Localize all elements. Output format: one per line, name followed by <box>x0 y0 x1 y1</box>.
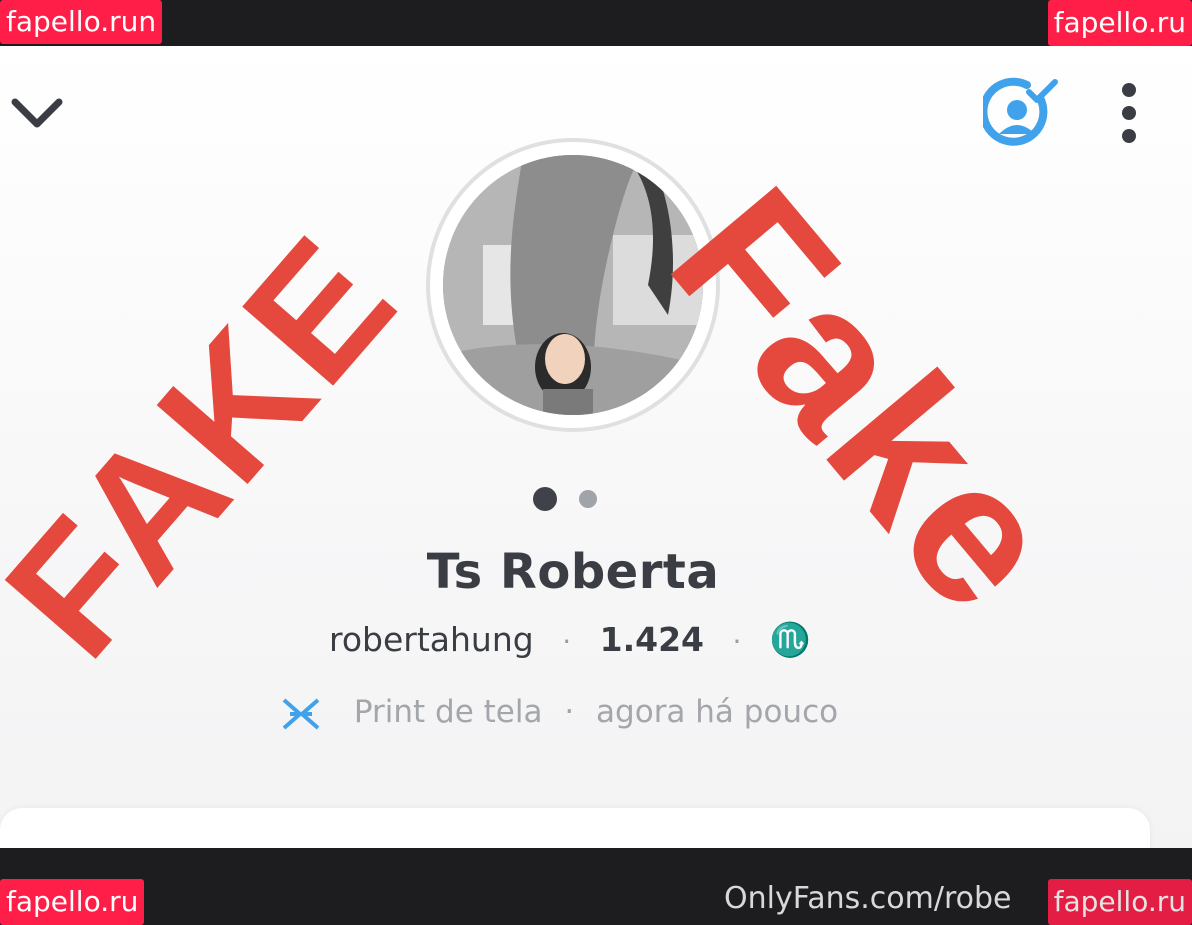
separator: · <box>562 625 572 658</box>
display-name: Ts Roberta <box>426 544 720 600</box>
activity-label: Print de tela <box>353 694 543 730</box>
profile-photo <box>443 155 703 415</box>
more-vertical-icon[interactable] <box>1116 82 1142 144</box>
pager-dot-active[interactable] <box>533 487 557 511</box>
screenshot-arrows-icon <box>282 697 320 730</box>
snap-profile-screen: Ts Roberta robertahung · 1.424 · ♏ Print… <box>0 46 1192 848</box>
profile-card <box>0 808 1150 848</box>
watermark-bottom-right: fapello.ru <box>1047 879 1192 925</box>
profile-meta: robertahung · 1.424 · ♏ <box>0 620 1140 660</box>
activity-status: Print de tela · agora há pouco <box>280 694 838 738</box>
zodiac-icon: ♏ <box>769 620 811 659</box>
photo-pager[interactable] <box>533 487 603 511</box>
onlyfans-link-text: OnlyFans.com/robe <box>724 881 1012 916</box>
activity-time: agora há pouco <box>596 694 839 730</box>
watermark-bottom-left: fapello.ru <box>0 879 145 925</box>
pager-dot[interactable] <box>579 490 597 508</box>
separator: · <box>732 625 742 658</box>
chevron-down-icon[interactable] <box>10 94 64 130</box>
separator: · <box>564 694 575 730</box>
watermark-top-right: fapello.ru <box>1047 0 1192 46</box>
username[interactable]: robertahung <box>329 620 534 659</box>
add-friend-check-icon[interactable] <box>983 76 1059 150</box>
watermark-top-left: fapello.run <box>0 0 163 44</box>
snap-score: 1.424 <box>599 620 704 659</box>
avatar[interactable] <box>443 155 703 415</box>
bottom-letterbox <box>0 848 1192 925</box>
top-letterbox <box>0 0 1192 46</box>
